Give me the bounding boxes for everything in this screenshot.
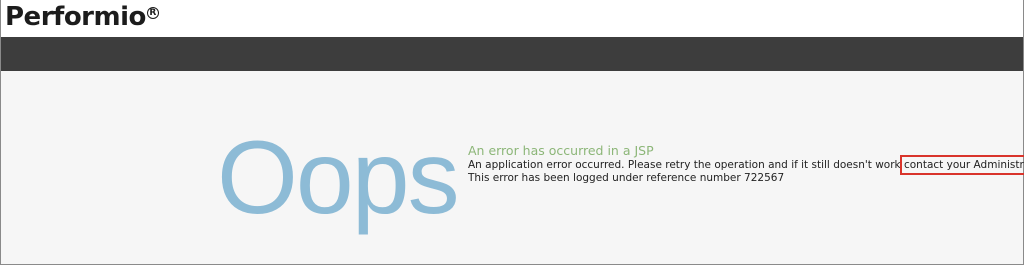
error-message: An error has occurred in a JSP An applic…	[468, 143, 1024, 185]
error-title: An error has occurred in a JSP	[468, 143, 654, 158]
error-description: An application error occurred. Please re…	[468, 155, 1024, 175]
header: Performio R	[1, 0, 1023, 37]
registered-mark-icon: R	[146, 7, 159, 19]
error-reference: This error has been logged under referen…	[468, 172, 785, 184]
oops-heading: Oops	[217, 120, 460, 236]
error-content: Oops An error has occurred in a JSP An a…	[1, 71, 1024, 264]
logo-text: Performio	[5, 2, 146, 32]
error-description-text: An application error occurred. Please re…	[468, 159, 901, 171]
navigation-bar	[1, 37, 1023, 71]
contact-administrator-link[interactable]: contact your Administrator.	[899, 155, 1024, 175]
performio-logo[interactable]: Performio R	[5, 0, 159, 37]
error-page: Performio R Oops An error has occurred i…	[0, 0, 1024, 265]
